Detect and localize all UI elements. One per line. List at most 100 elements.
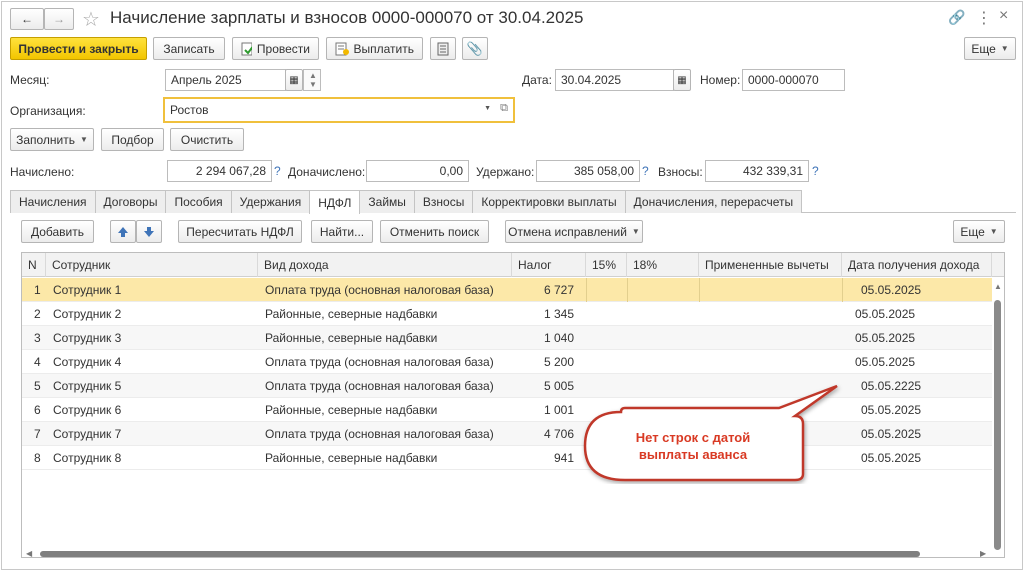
link-icon[interactable]: 🔗 [948,9,965,26]
accrued-field[interactable]: 2 294 067,28 [167,160,272,182]
cell-n: 8 [34,451,41,465]
tab-deductions[interactable]: Удержания [230,190,311,213]
forward-button[interactable]: → [44,8,74,30]
tab-loans[interactable]: Займы [359,190,415,213]
save-label: Записать [163,41,215,56]
back-button[interactable]: ← [10,8,44,30]
scroll-up-icon[interactable]: ▲ [994,282,1002,291]
month-calendar-button[interactable]: ▦ [285,69,303,91]
column-header-n[interactable]: N [22,253,46,277]
cancel-search-label: Отменить поиск [389,224,480,239]
tab-contributions[interactable]: Взносы [413,190,474,213]
table-row[interactable]: 5 Сотрудник 5 Оплата труда (основная нал… [22,374,992,398]
more-vert-icon[interactable]: ⋮ [976,8,992,28]
month-stepper[interactable]: ▲ ▼ [303,69,321,91]
post-and-close-button[interactable]: Провести и закрыть [10,37,147,60]
table-row[interactable]: 1 Сотрудник 1 Оплата труда (основная нал… [22,278,992,302]
dropdown-icon[interactable]: ▼ [484,105,491,112]
cancel-corrections-button[interactable]: Отмена исправлений ▼ [505,220,643,243]
fill-button[interactable]: Заполнить ▼ [10,128,94,151]
cell-n: 5 [34,379,41,393]
column-header-income-type[interactable]: Вид дохода [258,253,512,277]
withheld-field[interactable]: 385 058,00 [536,160,640,182]
help-icon[interactable]: ? [812,164,819,178]
column-header-income-date[interactable]: Дата получения дохода [842,253,992,277]
tab-benefits[interactable]: Пособия [165,190,232,213]
cell-income-type: Районные, северные надбавки [265,307,438,321]
find-button[interactable]: Найти... [311,220,373,243]
attachment-button[interactable]: 📎 [462,37,488,60]
column-header-18[interactable]: 18% [627,253,699,277]
open-icon[interactable]: ⧉ [500,102,508,115]
star-icon[interactable]: ☆ [82,7,100,32]
organization-field[interactable]: Ростов ▼ ⧉ [163,97,515,123]
move-down-button[interactable] [136,220,162,243]
scroll-right-icon[interactable]: ▶ [980,549,986,557]
extra-accrued-field[interactable]: 0,00 [366,160,469,182]
move-up-button[interactable] [110,220,136,243]
help-icon[interactable]: ? [642,164,649,178]
tab-ndfl[interactable]: НДФЛ [309,190,361,214]
more-label: Еще [971,41,996,56]
date-field[interactable]: 30.04.2025 [555,69,674,91]
tab-contracts[interactable]: Договоры [94,190,167,213]
cell-tax: 1 040 [543,331,574,345]
cancel-corrections-label: Отмена исправлений [508,224,627,239]
pay-button[interactable]: Выплатить [326,37,423,60]
fill-label: Заполнить [16,132,75,147]
ndfl-table[interactable]: N Сотрудник Вид дохода Налог 15% 18% При… [21,252,1005,558]
grid-more-button[interactable]: Еще ▼ [953,220,1005,243]
month-field[interactable]: Апрель 2025 [165,69,286,91]
column-header-deductions[interactable]: Примененные вычеты [699,253,842,277]
grid-more-label: Еще [960,224,985,239]
date-calendar-button[interactable]: ▦ [673,69,691,91]
cell-employee: Сотрудник 5 [53,379,122,393]
tab-accruals[interactable]: Начисления [10,190,96,213]
number-field[interactable]: 0000-000070 [742,69,845,91]
tab-payment-corrections[interactable]: Корректировки выплаты [472,190,626,213]
chevron-down-icon[interactable]: ▼ [309,80,317,89]
tab-recalculations[interactable]: Доначисления, перерасчеты [624,190,803,213]
document-window: ← → ☆ Начисление зарплаты и взносов 0000… [1,1,1023,570]
chevron-up-icon[interactable]: ▲ [309,71,317,80]
pick-button[interactable]: Подбор [101,128,164,151]
document-list-icon [437,42,449,55]
more-button[interactable]: Еще ▼ [964,37,1016,60]
column-header-15[interactable]: 15% [586,253,627,277]
cell-employee: Сотрудник 1 [53,283,122,297]
cell-divider [699,278,700,302]
recalculate-ndfl-button[interactable]: Пересчитать НДФЛ [178,220,302,243]
table-row[interactable]: 8 Сотрудник 8 Районные, северные надбавк… [22,446,992,470]
table-row[interactable]: 3 Сотрудник 3 Районные, северные надбавк… [22,326,992,350]
recalculate-ndfl-label: Пересчитать НДФЛ [186,224,294,239]
save-button[interactable]: Записать [153,37,225,60]
scroll-left-icon[interactable]: ◀ [26,549,32,557]
table-row[interactable]: 6 Сотрудник 6 Районные, северные надбавк… [22,398,992,422]
post-icon [241,42,252,55]
report-button[interactable] [430,37,456,60]
vertical-scroll-thumb[interactable] [994,300,1001,550]
callout-text: Нет строк с датой выплаты аванса [635,430,751,462]
post-label: Провести [256,41,310,56]
close-icon[interactable]: × [999,7,1008,25]
table-row[interactable]: 4 Сотрудник 4 Оплата труда (основная нал… [22,350,992,374]
horizontal-scroll-thumb[interactable] [40,551,920,557]
help-icon[interactable]: ? [274,164,281,178]
contributions-field[interactable]: 432 339,31 [705,160,809,182]
cell-divider [586,278,587,302]
pay-label: Выплатить [353,41,415,56]
cell-income-date: 05.05.2025 [861,283,922,297]
caret-down-icon: ▼ [631,227,640,236]
column-header-tax[interactable]: Налог [512,253,586,277]
vertical-scrollbar[interactable]: ▲ [993,278,1003,550]
column-header-employee[interactable]: Сотрудник [46,253,258,277]
table-row[interactable]: 2 Сотрудник 2 Районные, северные надбавк… [22,302,992,326]
post-button[interactable]: Провести [232,37,319,60]
calendar-icon: ▦ [677,74,687,86]
table-row[interactable]: 7 Сотрудник 7 Оплата труда (основная нал… [22,422,992,446]
extra-accrued-label: Доначислено: [288,165,366,179]
clear-button[interactable]: Очистить [170,128,244,151]
horizontal-scrollbar[interactable]: ◀ ▶ [22,549,992,557]
cancel-search-button[interactable]: Отменить поиск [380,220,489,243]
add-button[interactable]: Добавить [21,220,94,243]
